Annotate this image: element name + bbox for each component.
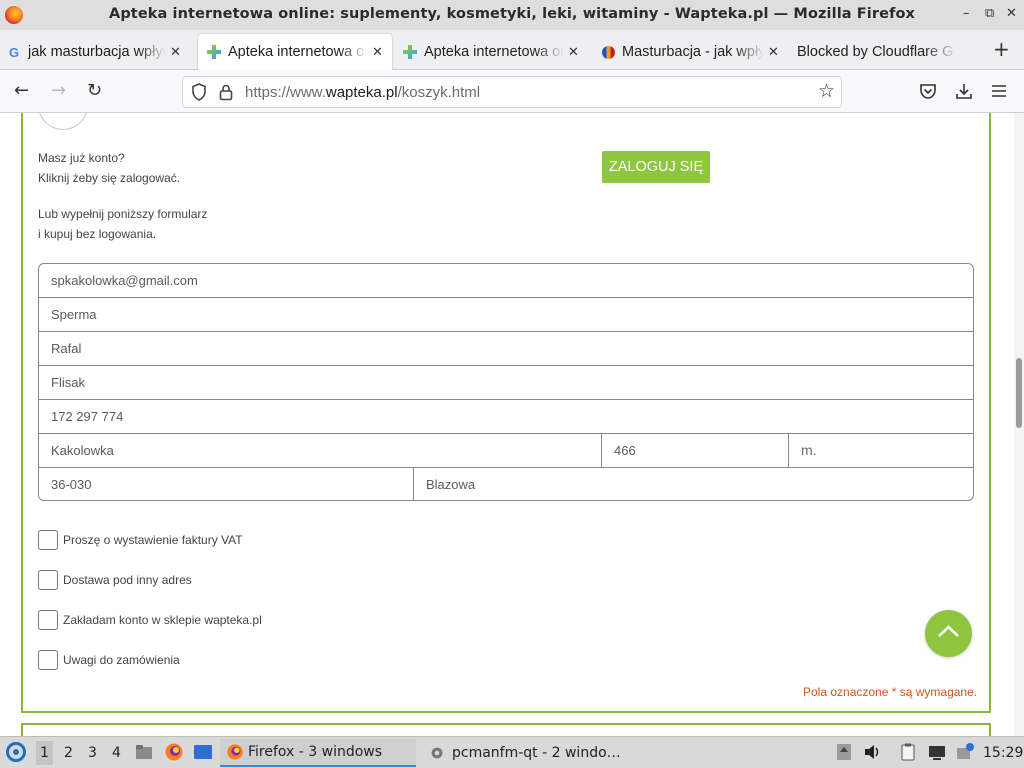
other-address-label: Dostawa pod inny adres [63, 573, 192, 587]
vat-invoice-checkbox[interactable] [38, 530, 58, 550]
tab-close-icon[interactable]: ✕ [372, 44, 383, 60]
account-prompt-line2: Kliknij żeby się zalogować. [38, 171, 181, 185]
next-panel [21, 723, 991, 736]
required-fields-note: Pola oznaczone * są wymagane. [803, 685, 978, 699]
tab-label: Apteka internetowa onl [228, 44, 368, 60]
taskbar-firefox-label: Firefox - 3 windows [248, 744, 383, 760]
file-manager-icon[interactable] [134, 742, 154, 762]
tab-close-icon[interactable]: ✕ [568, 44, 579, 60]
gear-icon [431, 747, 443, 759]
tab-wapteka-active[interactable]: Apteka internetowa onl ✕ [198, 34, 392, 70]
bookmark-star-icon[interactable]: ☆ [818, 80, 835, 102]
new-tab-button[interactable]: + [993, 37, 1010, 61]
form-row: Flisak [39, 366, 973, 400]
navigation-toolbar: ← → ↻ https://www.wapteka.pl/koszyk.html… [0, 70, 1024, 113]
workspace-1[interactable]: 1 [36, 741, 53, 765]
account-prompt-line1: Masz już konto? [38, 151, 125, 165]
firefox-launcher-icon[interactable] [164, 742, 184, 762]
scroll-to-top-button[interactable] [925, 610, 972, 657]
last-name-field[interactable]: Flisak [39, 366, 973, 400]
guest-line2: i kupuj bez logowania. [38, 227, 157, 241]
form-row: 172 297 774 [39, 400, 973, 434]
first-name-field[interactable]: Rafal [39, 332, 973, 366]
notification-icon[interactable] [955, 742, 975, 762]
street-field[interactable]: Kakolowka [39, 434, 601, 468]
lock-icon[interactable] [219, 83, 233, 101]
downloads-icon[interactable] [955, 82, 973, 100]
forward-button[interactable]: → [51, 80, 66, 101]
form-row: Kakolowka 466 m. [39, 434, 973, 468]
workspace-3[interactable]: 3 [88, 745, 97, 761]
workspace-4[interactable]: 4 [112, 745, 121, 761]
tab-google-search[interactable]: G jak masturbacja wpływa ✕ [6, 34, 192, 70]
tab-masturbacja[interactable]: Masturbacja - jak wpły ✕ [600, 34, 790, 70]
shield-icon[interactable] [191, 83, 207, 101]
volume-icon[interactable] [862, 742, 882, 762]
clock: 15:29 [983, 745, 1024, 761]
system-taskbar: 1 2 3 4 Firefox - 3 windows pcmanfm-qt -… [0, 736, 1024, 768]
tab-label: jak masturbacja wpływa [28, 44, 166, 60]
tab-cloudflare[interactable]: Blocked by Cloudflare G [797, 34, 975, 70]
tab-strip: G jak masturbacja wpływa ✕ Apteka intern… [0, 30, 1024, 70]
login-button[interactable]: ZALOGUJ SIĘ [602, 151, 710, 183]
google-icon: G [8, 44, 20, 60]
close-window-button[interactable]: ✕ [1006, 6, 1017, 21]
tab-label: Blocked by Cloudflare G [797, 44, 954, 60]
reload-button[interactable]: ↻ [87, 80, 102, 101]
window-title: Apteka internetowa online: suplementy, k… [109, 6, 915, 22]
form-row: Rafal [39, 332, 973, 366]
tab-label: Apteka internetowa onl [424, 44, 564, 60]
tab-wapteka-2[interactable]: Apteka internetowa onl ✕ [402, 34, 592, 70]
phone-field[interactable]: 172 297 774 [39, 400, 973, 434]
chevron-up-icon [938, 625, 959, 637]
address-form: spkakolowka@gmail.com Sperma Rafal Flisa… [38, 263, 974, 501]
order-notes-checkbox[interactable] [38, 650, 58, 670]
back-button[interactable]: ← [14, 80, 29, 101]
taskbar-firefox[interactable]: Firefox - 3 windows [220, 739, 416, 767]
tab-label: Masturbacja - jak wpły [622, 44, 764, 60]
firefox-icon [227, 744, 243, 760]
order-notes-label: Uwagi do zamówienia [63, 653, 180, 667]
clipboard-icon[interactable] [898, 742, 918, 762]
window-titlebar: Apteka internetowa online: suplementy, k… [0, 0, 1024, 30]
vat-invoice-label: Proszę o wystawienie faktury VAT [63, 533, 243, 547]
wapteka-icon [402, 44, 418, 60]
taskbar-pcmanfm-label: pcmanfm-qt - 2 windo… [452, 745, 621, 761]
taskbar-pcmanfm[interactable]: pcmanfm-qt - 2 windo… [422, 739, 622, 767]
network-icon[interactable] [927, 742, 947, 762]
create-account-checkbox[interactable] [38, 610, 58, 630]
guest-line1: Lub wypełnij poniższy formularz [38, 207, 208, 221]
pocket-icon[interactable] [919, 83, 937, 100]
minimize-button[interactable]: – [963, 6, 970, 21]
form-row: 36-030 Blazowa [39, 468, 973, 500]
workspace-2[interactable]: 2 [64, 745, 73, 761]
house-number-field[interactable]: 466 [601, 434, 788, 468]
apartment-field[interactable]: m. [788, 434, 973, 468]
tab-close-icon[interactable]: ✕ [170, 44, 181, 60]
desktop-icon[interactable] [193, 742, 213, 762]
city-field[interactable]: Blazowa [413, 468, 973, 500]
create-account-label: Zakładam konto w sklepie wapteka.pl [63, 613, 262, 627]
upload-tray-icon[interactable] [834, 742, 854, 762]
scrollbar-thumb[interactable] [1016, 358, 1022, 428]
site-icon [600, 44, 616, 60]
url-text[interactable]: https://www.wapteka.pl/koszyk.html [245, 84, 480, 101]
other-address-checkbox[interactable] [38, 570, 58, 590]
postal-code-field[interactable]: 36-030 [39, 468, 413, 500]
url-bar[interactable]: https://www.wapteka.pl/koszyk.html ☆ [182, 76, 842, 108]
wapteka-icon [206, 44, 222, 60]
start-menu-icon[interactable] [6, 742, 26, 762]
form-row: Sperma [39, 298, 973, 332]
company-field[interactable]: Sperma [39, 298, 973, 332]
maximize-button[interactable]: ⧉ [985, 6, 994, 21]
menu-icon[interactable] [991, 84, 1007, 98]
tab-close-icon[interactable]: ✕ [768, 44, 779, 60]
email-field[interactable]: spkakolowka@gmail.com [39, 264, 973, 298]
form-row: spkakolowka@gmail.com [39, 264, 973, 298]
page-content: Masz już konto? Kliknij żeby się zalogow… [0, 113, 1024, 736]
